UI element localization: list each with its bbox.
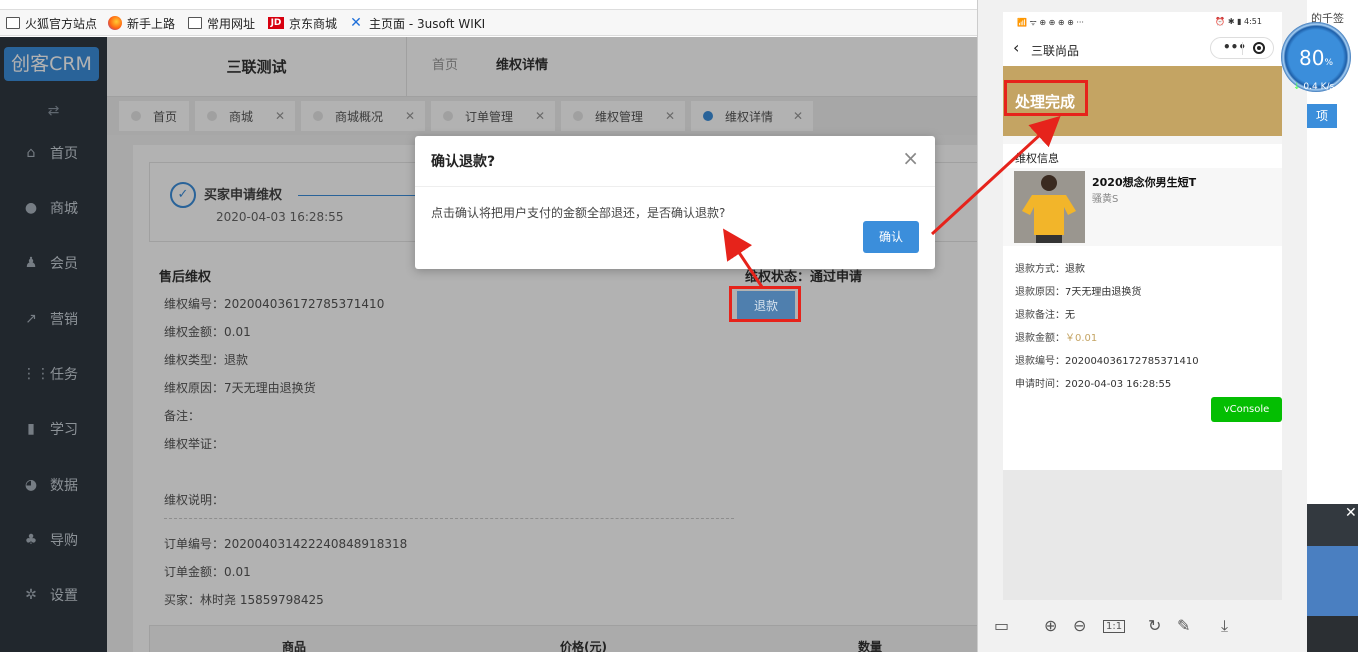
bookmark-item[interactable]: 常用网址 [188, 14, 255, 32]
zoom-in-icon[interactable]: ⊕ [1044, 616, 1057, 635]
bookmark-item[interactable]: 火狐官方站点 [6, 14, 97, 32]
folder-icon [6, 17, 20, 29]
close-icon[interactable]: ✕ [1345, 505, 1357, 521]
modal-message: 点击确认将把用户支付的金额全部退还，是否确认退款? [431, 206, 726, 220]
firefox-icon [108, 16, 122, 30]
actual-size-icon[interactable]: 1:1 [1103, 620, 1126, 633]
speed-rate: ↓ 0.4 K/s [1293, 82, 1335, 92]
product-image [1014, 171, 1085, 243]
phone-lower-area [1003, 470, 1282, 600]
partial-button[interactable]: 项 [1307, 104, 1337, 128]
confluence-icon: ✕ [350, 15, 362, 31]
bookmark-item[interactable]: ✕ 主页面 - 3usoft WIKI [348, 14, 485, 32]
rotate-icon[interactable]: ↻ [1148, 616, 1161, 635]
sidebar-toggle-icon[interactable]: ▭ [994, 616, 1009, 635]
modal-divider [415, 186, 935, 187]
folder-icon [188, 17, 202, 29]
apply-time-row: 申请时间：2020-04-03 16:28:55 [1015, 379, 1172, 390]
phone-nav-title: 三联尚品 [1031, 44, 1080, 58]
refund-reason-row: 退款原因：7天无理由退换货 [1015, 287, 1142, 298]
section-title: 维权信息 [1015, 152, 1059, 165]
product-spec: 骚黄S [1092, 194, 1119, 205]
bookmark-item[interactable]: JD 京东商城 [268, 14, 337, 32]
sidebar-backdrop [0, 37, 107, 652]
back-icon[interactable]: ‹ [1013, 38, 1019, 57]
modal-title: 确认退款? [431, 154, 496, 170]
modal-backdrop[interactable] [107, 37, 977, 652]
viewer-toolbar: ▭ ⊕ ⊖ 1:1 ↻ ✎ ⤓ [978, 612, 1308, 642]
highlight-box [1004, 80, 1088, 116]
speed-percent: 80% [1298, 46, 1333, 70]
close-circle-icon[interactable] [1253, 42, 1265, 54]
refund-note-row: 退款备注：无 [1015, 310, 1075, 321]
highlight-box [729, 286, 801, 322]
refund-method-row: 退款方式：退款 [1015, 264, 1085, 275]
refund-amount-row: 退款金额：￥0.01 [1015, 333, 1098, 344]
confirm-refund-modal: 确认退款? × 点击确认将把用户支付的金额全部退还，是否确认退款? 确认 [415, 136, 935, 269]
vconsole-button[interactable]: vConsole [1211, 397, 1282, 422]
bookmark-item[interactable]: 新手上路 [108, 14, 175, 32]
product-card[interactable]: 2020想念你男生短T 骚黄S [1003, 168, 1282, 246]
product-name: 2020想念你男生短T [1092, 176, 1197, 189]
phone-nav-bar: ‹ 三联尚品 ••• [1003, 36, 1282, 62]
close-icon[interactable]: × [902, 148, 919, 168]
phone-status-bar: 📶 ᯤ ⊕ ⊕ ⊕ ⊕ ··· ⏰ ✱ ▮ 4:51 [1017, 17, 1262, 27]
network-speed-widget[interactable]: 的千签 80% ↓ 0.4 K/s [1281, 12, 1351, 98]
miniprogram-capsule[interactable]: ••• [1210, 37, 1274, 59]
download-icon[interactable]: ⤓ [1221, 616, 1228, 636]
zoom-out-icon[interactable]: ⊖ [1073, 616, 1086, 635]
jd-icon: JD [268, 17, 284, 29]
confirm-button[interactable]: 确认 [863, 221, 919, 253]
refund-number-row: 退款编号：202004036172785371410 [1015, 356, 1199, 367]
edit-icon[interactable]: ✎ [1177, 616, 1190, 635]
